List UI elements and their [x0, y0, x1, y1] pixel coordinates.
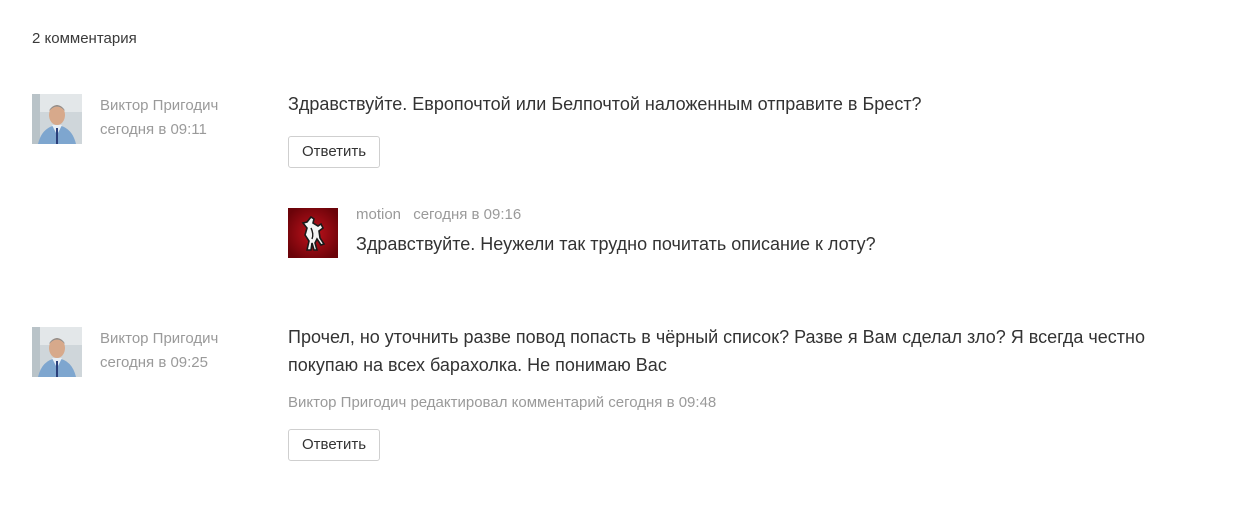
comment-time: сегодня в 09:25: [100, 354, 208, 371]
comment-body: Здравствуйте. Европочтой или Белпочтой н…: [288, 94, 1198, 168]
comment-meta: Виктор Пригодич сегодня в 09:11: [100, 94, 218, 142]
reply-meta: motion сегодня в 09:16: [356, 206, 521, 223]
comments-section: 2 комментария Виктор Пригодич сегодня в …: [0, 0, 1250, 512]
comment-meta: Виктор Пригодич сегодня в 09:25: [100, 327, 218, 375]
reply-avatar[interactable]: [288, 208, 338, 258]
user-avatar[interactable]: [32, 327, 82, 377]
comment-time: сегодня в 09:16: [413, 206, 522, 223]
reply-text: Здравствуйте. Неужели так трудно почитат…: [356, 234, 876, 254]
prancing-horse-icon: [288, 208, 338, 258]
author-name[interactable]: Виктор Пригодич: [100, 94, 218, 118]
edited-note: Виктор Пригодич редактировал комментарий…: [288, 394, 717, 411]
comment-time: сегодня в 09:11: [100, 121, 207, 138]
person-photo-icon: [32, 327, 82, 377]
reply-button[interactable]: Ответить: [288, 136, 381, 168]
author-name[interactable]: Виктор Пригодич: [100, 327, 218, 351]
comment-text: Здравствуйте. Европочтой или Белпочтой н…: [288, 94, 922, 114]
comment-text: Прочел, но уточнить разве повод попасть …: [288, 327, 1146, 375]
comment-body: Прочел, но уточнить разве повод попасть …: [288, 327, 1198, 461]
reply-button[interactable]: Ответить: [288, 429, 381, 461]
person-photo-icon: [32, 94, 82, 144]
author-name[interactable]: motion: [356, 206, 401, 223]
user-avatar[interactable]: [32, 94, 82, 144]
comments-count: 2 комментария: [32, 30, 137, 47]
